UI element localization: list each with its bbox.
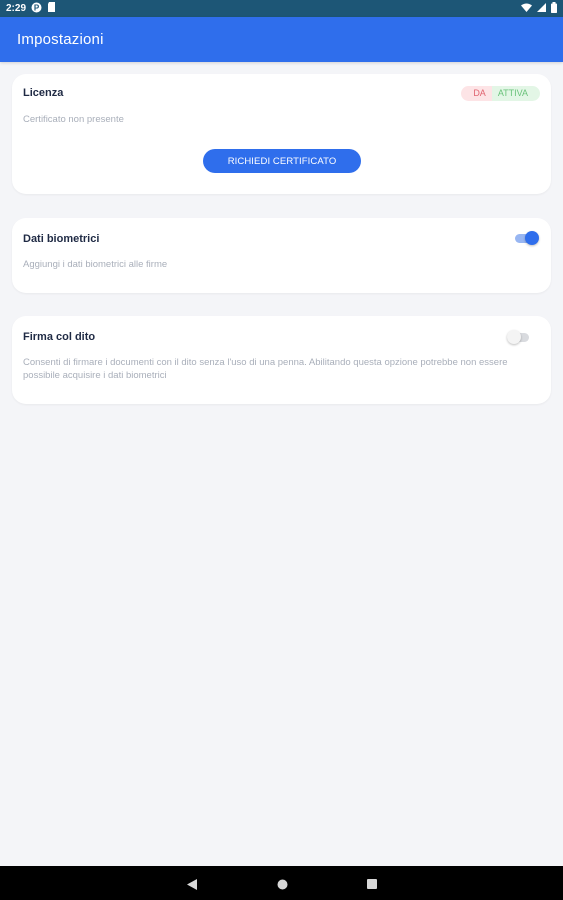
svg-text:P: P bbox=[34, 3, 40, 12]
back-icon[interactable] bbox=[185, 877, 199, 891]
license-description: Certificato non presente bbox=[23, 114, 124, 125]
app-icon-p: P bbox=[31, 2, 42, 16]
badge-left-text: DA bbox=[461, 86, 492, 101]
biometric-toggle[interactable] bbox=[515, 231, 539, 245]
status-badge: DA ATTIVA bbox=[461, 86, 540, 101]
finger-signature-toggle[interactable] bbox=[507, 330, 531, 344]
finger-signature-title: Firma col dito bbox=[23, 331, 96, 343]
license-title: Licenza bbox=[23, 87, 64, 99]
wifi-icon bbox=[521, 3, 532, 15]
toggle-thumb bbox=[507, 330, 521, 344]
home-icon[interactable] bbox=[275, 877, 289, 891]
sd-card-icon bbox=[47, 1, 56, 16]
finger-signature-card: Firma col dito Consenti di firmare i doc… bbox=[12, 316, 551, 404]
license-card: Licenza DA ATTIVA Certificato non presen… bbox=[12, 74, 551, 194]
biometric-description: Aggiungi i dati biometrici alle firme bbox=[23, 259, 168, 270]
status-bar: 2:29 P bbox=[0, 0, 563, 17]
battery-icon bbox=[551, 1, 557, 16]
status-time: 2:29 bbox=[6, 3, 27, 14]
page-title: Impostazioni bbox=[17, 31, 104, 48]
biometric-title: Dati biometrici bbox=[23, 233, 100, 245]
request-certificate-button[interactable]: RICHIEDI CERTIFICATO bbox=[203, 149, 361, 173]
recents-icon[interactable] bbox=[365, 877, 379, 891]
finger-signature-description: Consenti di firmare i documenti con il d… bbox=[23, 357, 508, 381]
app-bar: Impostazioni bbox=[0, 17, 563, 62]
signal-icon bbox=[537, 2, 546, 15]
badge-right-text: ATTIVA bbox=[491, 86, 540, 101]
toggle-thumb bbox=[525, 231, 539, 245]
system-nav-bar bbox=[0, 866, 563, 900]
biometric-card: Dati biometrici Aggiungi i dati biometri… bbox=[12, 218, 551, 293]
